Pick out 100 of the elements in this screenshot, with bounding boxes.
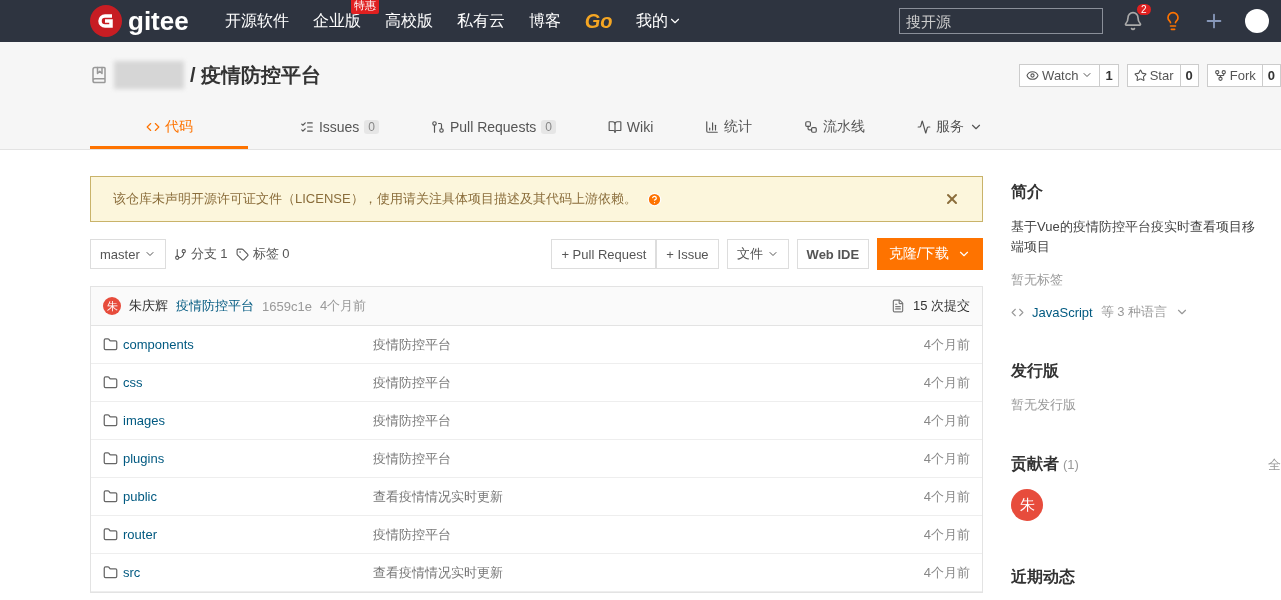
bar-chart-icon xyxy=(705,120,720,134)
nav-link[interactable]: 开源软件 xyxy=(224,11,289,29)
book-icon xyxy=(607,120,622,134)
folder-icon xyxy=(103,337,118,352)
list-icon xyxy=(299,120,314,134)
close-icon[interactable] xyxy=(944,191,960,207)
nav-link[interactable]: 高校版 xyxy=(384,11,433,29)
notification-count: 2 xyxy=(1137,4,1151,15)
folder-link[interactable]: images xyxy=(103,413,373,428)
folder-icon xyxy=(103,565,118,580)
description-line: 端项目 xyxy=(1011,238,1051,256)
repo-action[interactable]: Fork 0 xyxy=(1206,63,1281,87)
activity-title: 近期动态 xyxy=(1011,567,1075,587)
author-avatar: 朱 xyxy=(103,297,121,315)
releases-title: 发行版 xyxy=(1011,361,1059,381)
folder-link[interactable]: components xyxy=(103,337,373,352)
action-count: 0 xyxy=(1184,66,1194,85)
action-count: 0 xyxy=(1266,66,1276,85)
repo-tab[interactable]: Wiki xyxy=(607,108,654,149)
no-tags-text: 暂无标签 xyxy=(1011,271,1064,289)
folder-link[interactable]: plugins xyxy=(103,451,373,466)
intro-title: 简介 xyxy=(1011,182,1043,202)
repo-tab[interactable]: Pull Requests 0 xyxy=(430,108,556,149)
file-commit-message[interactable]: 疫情防控平台 xyxy=(373,449,924,468)
file-commit-message[interactable]: 查看疫情情况实时更新 xyxy=(373,487,924,506)
mine-menu[interactable]: 我的 xyxy=(636,10,683,32)
branches-link[interactable]: 分支 1 xyxy=(173,245,228,263)
file-time: 4个月前 xyxy=(923,563,970,582)
branch-select[interactable]: master xyxy=(90,239,166,269)
repo-tab[interactable]: 统计 xyxy=(705,108,753,149)
promo-badge: 特惠 xyxy=(350,0,379,14)
contributor-avatar[interactable]: 朱 xyxy=(1011,489,1043,521)
logo-text: gitee xyxy=(128,5,189,37)
logo-icon xyxy=(90,5,122,37)
action-label[interactable]: Watch xyxy=(1020,64,1101,86)
gitee-logo[interactable]: gitee xyxy=(90,5,189,37)
repo-tab[interactable]: Issues 0 xyxy=(299,108,380,149)
commit-count[interactable]: 15 次提交 xyxy=(912,297,970,315)
tab-count: 0 xyxy=(541,120,556,134)
file-time: 4个月前 xyxy=(923,525,970,544)
file-commit-message[interactable]: 疫情防控平台 xyxy=(373,411,924,430)
redacted-owner xyxy=(114,61,184,89)
description-line: 基于Vue的疫情防控平台疫实时查看项目移 xyxy=(1011,218,1256,236)
file-commit-message[interactable]: 疫情防控平台 xyxy=(373,335,924,354)
file-commit-message[interactable]: 疫情防控平台 xyxy=(373,525,924,544)
repo-title[interactable]: / 疫情防控平台 xyxy=(190,61,322,89)
star-icon xyxy=(1133,68,1147,82)
file-commit-message[interactable]: 疫情防控平台 xyxy=(373,373,924,392)
nav-link[interactable]: 私有云 xyxy=(456,11,505,29)
search-field[interactable]: 搜开源 xyxy=(899,8,1103,34)
repo-tab[interactable]: 流水线 xyxy=(804,108,866,149)
code-icon xyxy=(146,120,160,134)
pulse-icon xyxy=(916,120,931,134)
eye-icon xyxy=(1026,68,1040,82)
help-icon[interactable] xyxy=(646,191,662,207)
go-link[interactable]: Go xyxy=(584,9,613,33)
file-commit-message[interactable]: 查看疫情情况实时更新 xyxy=(373,563,924,582)
tag-icon xyxy=(235,247,249,261)
commit-author: 朱庆辉 xyxy=(129,297,168,315)
commit-time: 4个月前 xyxy=(319,297,367,315)
repo-tab[interactable]: 服务 xyxy=(916,108,983,149)
pipeline-icon xyxy=(804,120,819,134)
folder-icon xyxy=(103,375,118,390)
file-time: 4个月前 xyxy=(923,411,970,430)
action-count: 1 xyxy=(1104,66,1114,85)
nav-link[interactable]: 博客 xyxy=(528,11,561,29)
web-ide-button[interactable]: Web IDE xyxy=(796,239,870,269)
repo-icon xyxy=(90,66,108,84)
folder-link[interactable]: css xyxy=(103,375,373,390)
folder-icon xyxy=(103,413,118,428)
commits-icon xyxy=(890,299,905,313)
repo-action[interactable]: Watch 1 xyxy=(1019,63,1119,87)
bell-icon[interactable] xyxy=(1123,11,1143,31)
fork-icon xyxy=(1213,68,1227,82)
notice-text: 该仓库未声明开源许可证文件（LICENSE），使用请关注具体项目描述及其代码上游依赖。 xyxy=(113,190,637,208)
action-label[interactable]: Fork xyxy=(1207,64,1263,86)
contributors-title: 贡献者 xyxy=(1011,454,1059,475)
file-time: 4个月前 xyxy=(923,449,970,468)
folder-icon xyxy=(103,527,118,542)
language-name[interactable]: JavaScript xyxy=(1032,304,1093,320)
commit-hash: 1659c1e xyxy=(262,298,312,314)
nav-link[interactable]: 企业版 xyxy=(312,11,361,29)
folder-link[interactable]: router xyxy=(103,527,373,542)
file-menu[interactable]: 文件 xyxy=(726,239,789,269)
folder-icon xyxy=(103,451,118,466)
file-time: 4个月前 xyxy=(923,373,970,392)
user-avatar[interactable] xyxy=(1245,9,1269,33)
folder-link[interactable]: public xyxy=(103,489,373,504)
repo-action[interactable]: Star 0 xyxy=(1126,63,1199,87)
file-time: 4个月前 xyxy=(923,487,970,506)
create-button[interactable]: + Issue xyxy=(656,239,719,269)
action-label[interactable]: Star xyxy=(1127,64,1181,86)
file-time: 4个月前 xyxy=(923,335,970,354)
folder-icon xyxy=(103,489,118,504)
create-button[interactable]: + Pull Request xyxy=(551,239,657,269)
folder-link[interactable]: src xyxy=(103,565,373,580)
tags-link[interactable]: 标签 0 xyxy=(235,245,290,263)
pull-request-icon xyxy=(430,120,445,134)
no-releases-text: 暂无发行版 xyxy=(1011,396,1077,414)
commit-message[interactable]: 疫情防控平台 xyxy=(176,297,254,315)
